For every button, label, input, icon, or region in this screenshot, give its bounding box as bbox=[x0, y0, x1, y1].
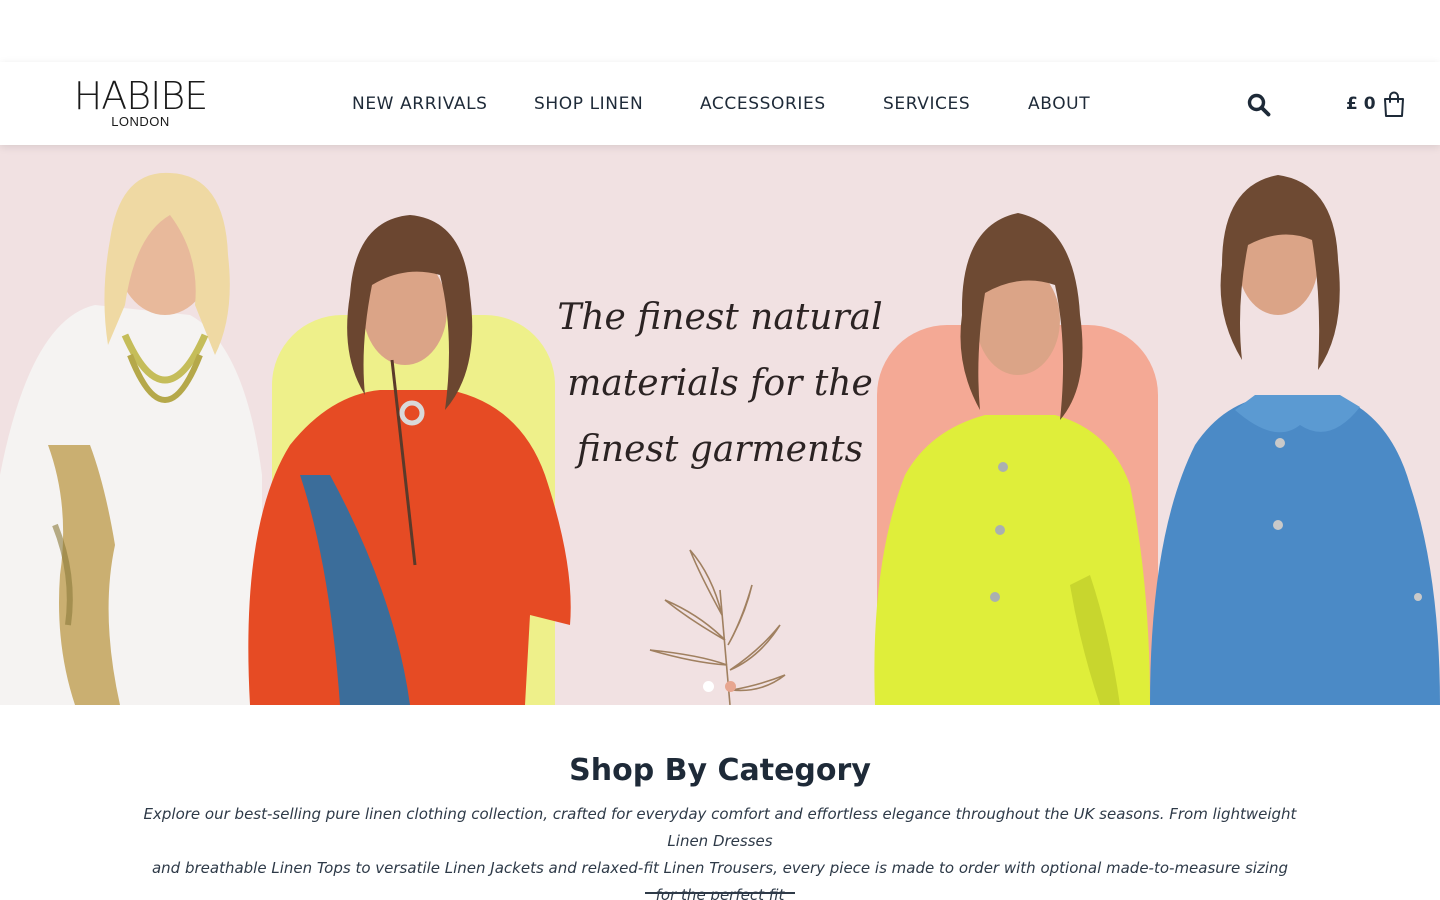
search-button[interactable] bbox=[1246, 92, 1272, 118]
brand-logo[interactable]: HABIBE LONDON bbox=[68, 74, 213, 132]
hero-headline: The finest natural materials for the fin… bbox=[555, 285, 885, 483]
slide-dot-1[interactable] bbox=[703, 681, 714, 692]
hero-headline-line-3: finest garments bbox=[576, 429, 864, 470]
slide-dot-2[interactable] bbox=[725, 681, 736, 692]
section-divider bbox=[645, 892, 795, 894]
cart-total: £ 0 bbox=[1346, 94, 1376, 114]
section-description: Explore our best-selling pure linen clot… bbox=[140, 801, 1300, 900]
nav-services[interactable]: SERVICES bbox=[883, 94, 970, 114]
model-lime-top bbox=[874, 213, 1150, 705]
nav-accessories[interactable]: ACCESSORIES bbox=[700, 94, 826, 114]
site-header: HABIBE LONDON NEW ARRIVALS SHOP LINEN AC… bbox=[0, 62, 1440, 145]
hero-headline-line-2: materials for the bbox=[567, 363, 873, 404]
nav-new-arrivals[interactable]: NEW ARRIVALS bbox=[352, 94, 488, 114]
nav-about[interactable]: ABOUT bbox=[1028, 94, 1090, 114]
cart-button[interactable]: £ 0 bbox=[1346, 90, 1408, 120]
hero-slider[interactable]: The finest natural materials for the fin… bbox=[0, 145, 1440, 705]
slider-pagination bbox=[703, 681, 743, 693]
brand-subtitle: LONDON bbox=[111, 114, 170, 129]
top-announcement-bar bbox=[0, 0, 1440, 62]
shopping-bag-icon bbox=[1384, 91, 1404, 117]
shop-by-category-section: Shop By Category Explore our best-sellin… bbox=[0, 705, 1440, 900]
model-red-top bbox=[248, 215, 571, 705]
brand-name: HABIBE bbox=[73, 74, 209, 118]
model-white-dress bbox=[0, 172, 262, 705]
nav-shop-linen[interactable]: SHOP LINEN bbox=[534, 94, 643, 114]
section-description-line-1: Explore our best-selling pure linen clot… bbox=[143, 805, 1297, 850]
model-blue-jacket bbox=[1150, 175, 1440, 705]
section-title: Shop By Category bbox=[569, 753, 871, 788]
hero-headline-line-1: The finest natural bbox=[557, 297, 883, 338]
search-icon bbox=[1247, 93, 1271, 117]
